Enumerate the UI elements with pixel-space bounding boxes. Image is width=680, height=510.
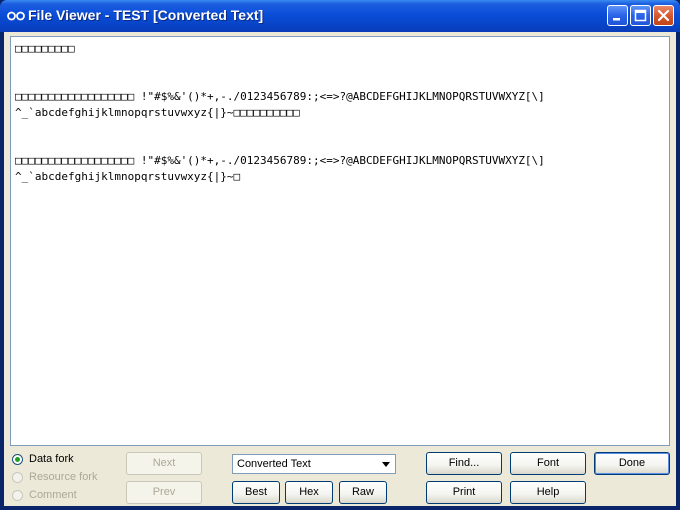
file-viewer-window: File Viewer - TEST [Converted Text] □□□□… bbox=[0, 0, 680, 510]
close-button[interactable] bbox=[653, 5, 674, 26]
font-button[interactable]: Font bbox=[510, 452, 586, 475]
file-content-view[interactable]: □□□□□□□□□ □□□□□□□□□□□□□□□□□□ !"#$%&'()*+… bbox=[10, 36, 670, 446]
app-icon bbox=[7, 11, 25, 21]
file-content-text: □□□□□□□□□ □□□□□□□□□□□□□□□□□□ !"#$%&'()*+… bbox=[15, 42, 545, 183]
maximize-button[interactable] bbox=[630, 5, 651, 26]
resource-fork-radio-indicator[interactable] bbox=[12, 471, 23, 483]
data-fork-label: Data fork bbox=[29, 453, 74, 465]
window-client-area: □□□□□□□□□ □□□□□□□□□□□□□□□□□□ !"#$%&'()*+… bbox=[4, 32, 676, 506]
maximize-icon bbox=[634, 9, 647, 22]
view-mode-select[interactable]: Converted Text bbox=[232, 454, 396, 474]
done-button[interactable]: Done bbox=[594, 452, 670, 475]
next-button[interactable]: Next bbox=[126, 452, 202, 475]
help-button[interactable]: Help bbox=[510, 481, 586, 504]
best-button[interactable]: Best bbox=[232, 481, 280, 504]
view-mode-value: Converted Text bbox=[237, 458, 311, 470]
minimize-button[interactable] bbox=[607, 5, 628, 26]
print-button[interactable]: Print bbox=[426, 481, 502, 504]
data-fork-radio-indicator[interactable] bbox=[12, 453, 23, 465]
hex-button[interactable]: Hex bbox=[285, 481, 333, 504]
comment-radio-indicator[interactable] bbox=[12, 489, 23, 501]
prev-button[interactable]: Prev bbox=[126, 481, 202, 504]
resource-fork-radio[interactable]: Resource fork bbox=[12, 469, 97, 485]
title-bar[interactable]: File Viewer - TEST [Converted Text] bbox=[0, 0, 680, 32]
data-fork-radio[interactable]: Data fork bbox=[12, 451, 74, 467]
comment-radio[interactable]: Comment bbox=[12, 487, 77, 503]
resource-fork-label: Resource fork bbox=[29, 471, 98, 483]
comment-label: Comment bbox=[29, 489, 77, 501]
close-icon bbox=[657, 9, 670, 22]
raw-button[interactable]: Raw bbox=[339, 481, 387, 504]
minimize-icon bbox=[613, 18, 620, 21]
find-button[interactable]: Find... bbox=[426, 452, 502, 475]
chevron-down-icon[interactable] bbox=[378, 456, 394, 472]
window-title: File Viewer - TEST [Converted Text] bbox=[28, 7, 264, 23]
